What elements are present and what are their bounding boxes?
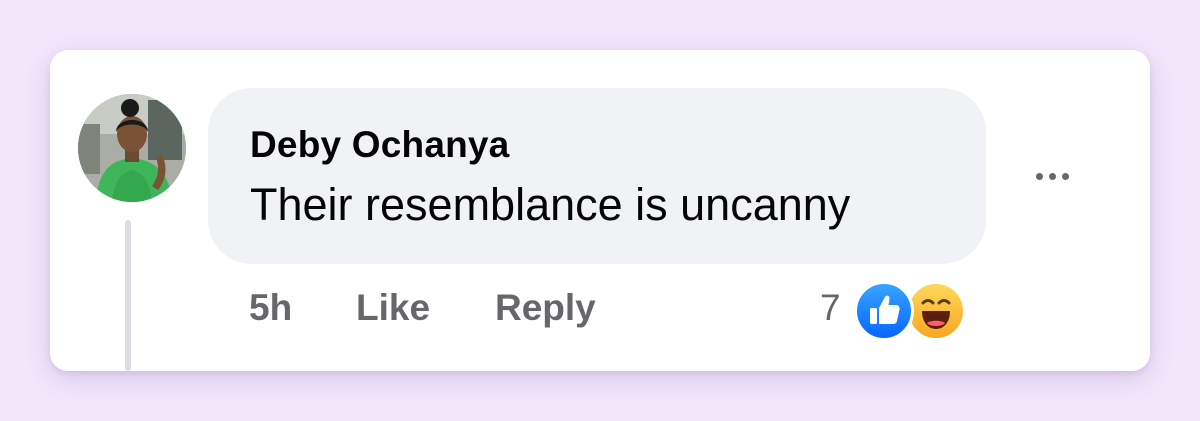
- comment-card: Deby Ochanya Their resemblance is uncann…: [50, 50, 1150, 371]
- comment-timestamp[interactable]: 5h: [249, 287, 292, 329]
- comment-author[interactable]: Deby Ochanya: [250, 124, 509, 166]
- more-options-button[interactable]: [1022, 158, 1082, 194]
- profile-photo-icon: [78, 94, 186, 202]
- more-horizontal-icon-dot: [1061, 172, 1069, 180]
- reaction-count: 7: [820, 287, 841, 328]
- haha-reaction-icon: [906, 281, 966, 341]
- like-button[interactable]: Like: [356, 287, 430, 329]
- comment-bubble: Deby Ochanya Their resemblance is uncann…: [208, 88, 986, 264]
- thread-line: [125, 220, 131, 371]
- like-reaction-icon: [854, 281, 914, 341]
- reaction-summary[interactable]: 7: [820, 281, 980, 341]
- more-horizontal-icon-dot: [1048, 172, 1056, 180]
- avatar[interactable]: [78, 94, 186, 202]
- comment-text: Their resemblance is uncanny: [250, 179, 851, 230]
- more-horizontal-icon: [1035, 172, 1043, 180]
- reply-button[interactable]: Reply: [495, 287, 596, 329]
